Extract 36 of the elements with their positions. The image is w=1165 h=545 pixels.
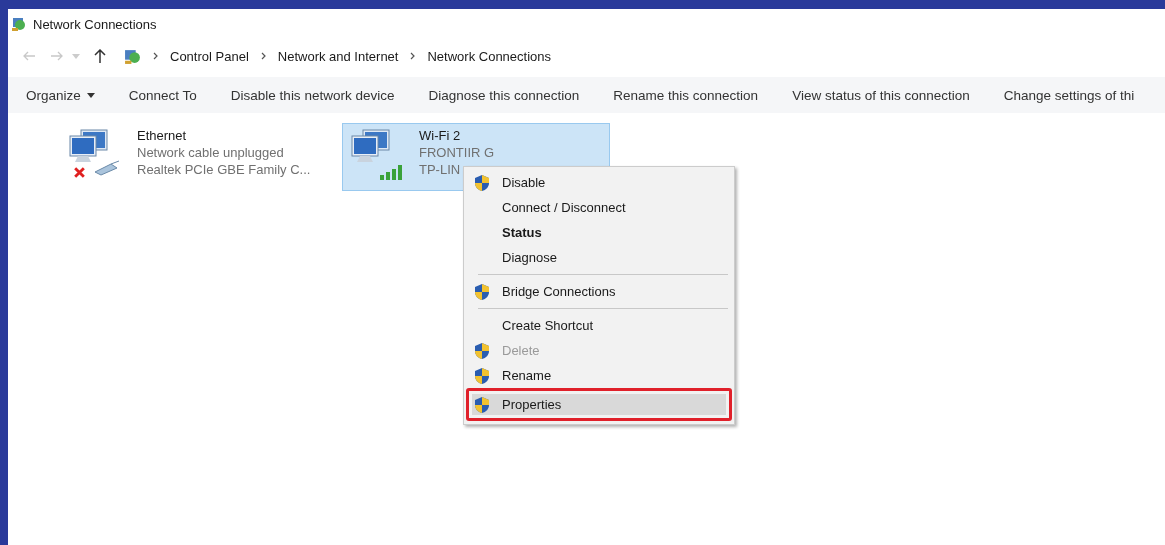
connection-name: Wi-Fi 2 xyxy=(419,128,462,143)
chevron-icon xyxy=(410,52,416,60)
connection-name: Ethernet xyxy=(137,128,188,143)
up-arrow-icon[interactable] xyxy=(94,49,106,63)
address-field[interactable]: Control Panel Network and Internet Network Connections xyxy=(120,43,1165,69)
recent-caret-icon[interactable] xyxy=(72,53,80,59)
connection-status: Network cable unplugged xyxy=(137,145,285,160)
cable-plug-icon xyxy=(93,160,121,176)
dropdown-caret-icon xyxy=(86,92,95,98)
toolbar-button[interactable]: Rename this connection xyxy=(613,87,759,103)
network-globe-icon xyxy=(11,16,27,32)
toolbar-button[interactable]: Change settings of thi xyxy=(1003,87,1135,103)
adapter-name: TP-LIN xyxy=(419,162,462,177)
window-title: Network Connections xyxy=(33,16,157,32)
menu-item[interactable]: Properties xyxy=(466,388,732,421)
breadcrumb-item[interactable]: Control Panel xyxy=(170,48,249,64)
breadcrumb-item[interactable]: Network and Internet xyxy=(277,48,399,64)
menu-item[interactable]: Status xyxy=(466,220,732,245)
chevron-icon xyxy=(153,52,158,60)
toolbar-button[interactable]: Connect To xyxy=(128,87,197,103)
adapter-name: Realtek PCIe GBE Family C... xyxy=(137,162,311,177)
signal-bars-icon xyxy=(379,164,405,180)
connection-item[interactable]: Ethernet Network cable unplugged Realtek PCIe GBE Family C... xyxy=(60,123,328,191)
toolbar-button[interactable]: Diagnose this connection xyxy=(428,87,580,103)
menu-item[interactable]: Connect / Disconnect xyxy=(466,195,732,220)
menu-item[interactable]: Diagnose xyxy=(466,245,732,270)
toolbar-button[interactable]: Disable this network device xyxy=(230,87,395,103)
chevron-icon xyxy=(260,52,266,60)
toolbar-button[interactable]: Organize xyxy=(26,87,95,103)
connection-status: FRONTIIR G xyxy=(419,145,495,160)
menu-item[interactable]: Bridge Connections xyxy=(466,279,732,304)
menu-item[interactable]: Create Shortcut xyxy=(466,313,732,338)
control-panel-icon xyxy=(124,47,141,65)
menu-item[interactable]: Rename xyxy=(466,363,732,388)
breadcrumb-item[interactable]: Network Connections xyxy=(427,48,552,64)
toolbar-button[interactable]: View status of this connection xyxy=(792,87,970,103)
